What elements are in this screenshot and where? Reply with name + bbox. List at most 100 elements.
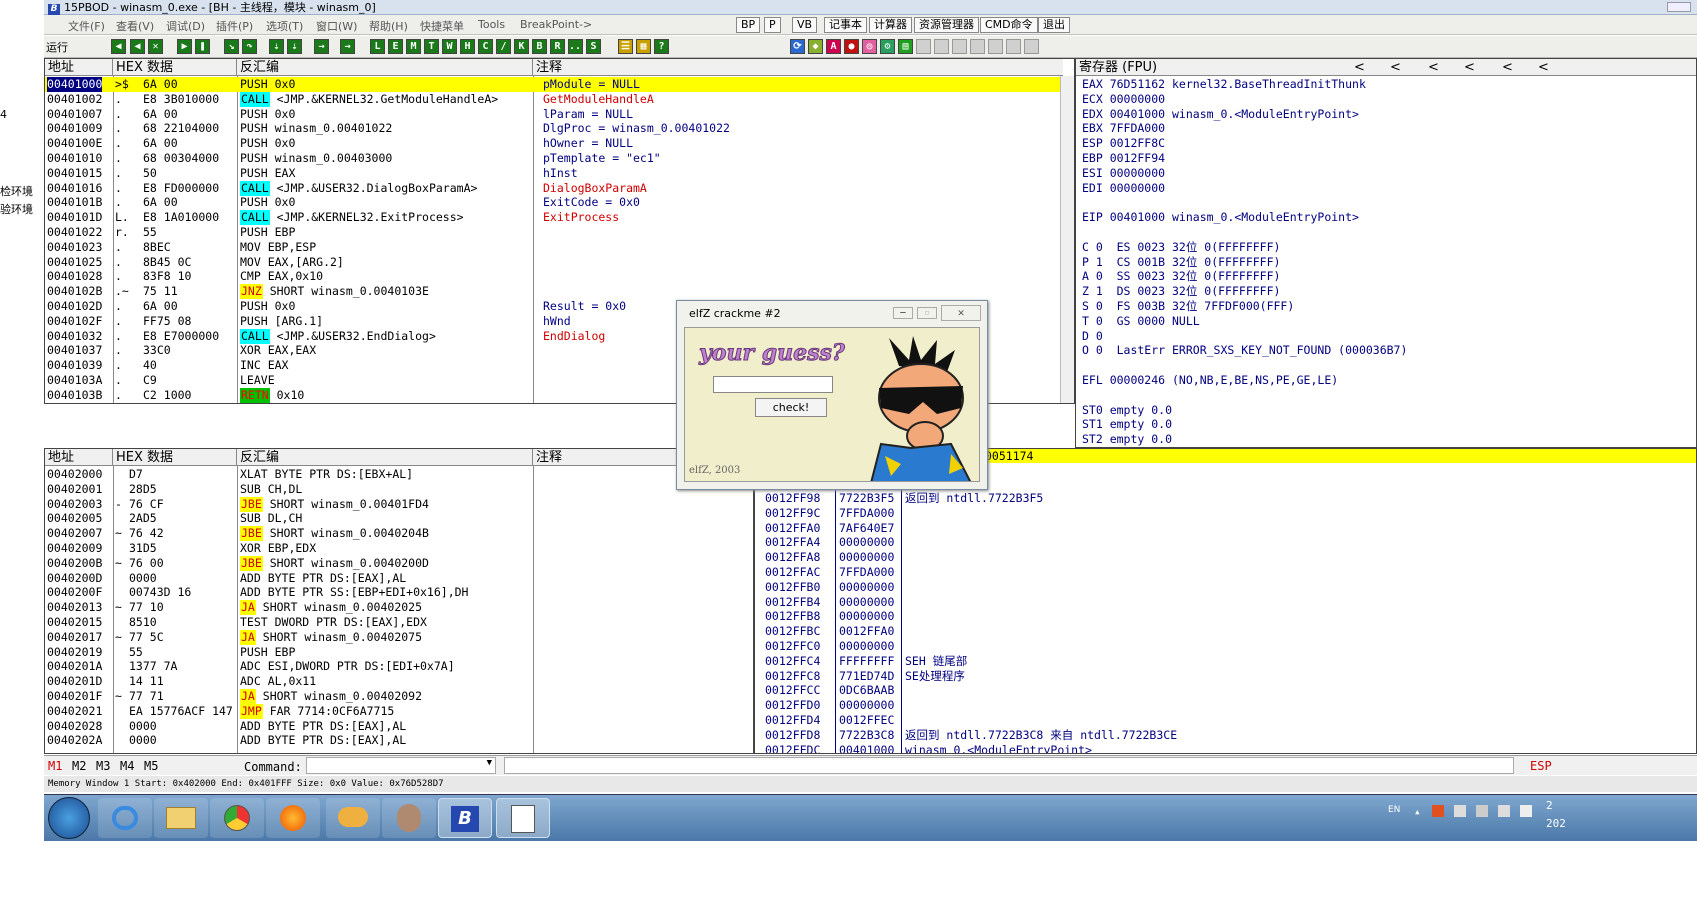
chart-icon[interactable]: ▤ bbox=[898, 39, 913, 54]
language-indicator[interactable]: EN bbox=[1388, 805, 1400, 815]
menu-options[interactable]: 选项(T) bbox=[266, 18, 303, 34]
blank-icon-2[interactable] bbox=[934, 39, 949, 54]
menu-window[interactable]: 窗口(W) bbox=[316, 18, 357, 34]
register-line[interactable]: EFL 00000246 (NO,NB,E,BE,NS,PE,GE,LE) bbox=[1082, 373, 1338, 388]
cpu-row[interactable]: 00401000 >$ 6A 00 PUSH 0x0 pModule = NULL bbox=[45, 77, 1061, 92]
p-button[interactable]: P bbox=[764, 17, 781, 33]
register-line[interactable]: P 1 CS 001B 32位 0(FFFFFFFF) bbox=[1082, 255, 1280, 270]
grid-icon[interactable]: ▦ bbox=[636, 39, 651, 54]
dump-row[interactable]: 00402021 EA 15776ACF 147 JMP FAR 7714:0CF6… bbox=[45, 703, 745, 719]
stack-row[interactable]: 0012FFC4 FFFFFFFF SEH 链尾部 bbox=[755, 654, 1685, 669]
register-line[interactable]: EBX 7FFDA000 bbox=[1082, 121, 1165, 136]
notepad-button[interactable]: 记事本 bbox=[824, 17, 867, 33]
registers-pane[interactable]: 寄存器 (FPU) < < < < < < EAX 76D51162 kerne… bbox=[1075, 58, 1697, 448]
blank-icon-6[interactable] bbox=[1006, 39, 1021, 54]
dump-row[interactable]: 00402000 D7 XLAT BYTE PTR DS:[EBX+AL] bbox=[45, 467, 745, 482]
menu-view[interactable]: 查看(V) bbox=[116, 18, 154, 34]
stack-row[interactable]: 0012FFDC 00401000 winasm_0.<ModuleEntryPoi… bbox=[755, 743, 1685, 753]
menu-shortcut[interactable]: 快捷菜单 bbox=[420, 18, 464, 34]
cpu-header-disasm[interactable]: 反汇编 bbox=[237, 59, 533, 76]
app-icon-1[interactable] bbox=[326, 798, 380, 838]
cpu-row[interactable]: 00401009. 68 22104000 PUSH winasm_0.004010… bbox=[45, 121, 1061, 136]
stack-row[interactable]: 0012FFD0 00000000 bbox=[755, 698, 1685, 713]
stack-row[interactable]: 0012FFA8 00000000 bbox=[755, 550, 1685, 565]
explorer-button[interactable]: 资源管理器 bbox=[914, 17, 979, 33]
dump-row[interactable]: 00402015 8510 TEST DWORD PTR DS:[EAX],EDX bbox=[45, 615, 745, 630]
stack-row[interactable]: 0012FFB8 00000000 bbox=[755, 609, 1685, 624]
cpu-header-address[interactable]: 地址 bbox=[45, 59, 113, 76]
cpu-row[interactable]: 0040100E. 6A 00 PUSH 0x0 hOwner = NULL bbox=[45, 136, 1061, 151]
dump-row[interactable]: 00402017 ~77 5C JA SHORT winasm_0.00402075 bbox=[45, 629, 745, 645]
register-line[interactable]: EBP 0012FF94 bbox=[1082, 151, 1165, 166]
command-input[interactable]: ▼ bbox=[306, 757, 496, 774]
stack-row[interactable]: 0012FFBC 0012FFA0 bbox=[755, 624, 1685, 639]
reg-nav-left-4-icon[interactable]: < bbox=[1464, 59, 1475, 76]
window-e-button[interactable]: E bbox=[388, 39, 403, 54]
guess-input[interactable] bbox=[713, 376, 833, 393]
window-c-button[interactable]: C bbox=[478, 39, 493, 54]
menu-plugins[interactable]: 插件(P) bbox=[216, 18, 253, 34]
register-line[interactable]: C 0 ES 0023 32位 0(FFFFFFFF) bbox=[1082, 240, 1280, 255]
register-line[interactable]: EIP 00401000 winasm_0.<ModuleEntryPoint> bbox=[1082, 210, 1359, 225]
dump-row[interactable]: 00402003-76 CF JBE SHORT winasm_0.00401FD… bbox=[45, 496, 745, 512]
register-line[interactable]: Z 1 DS 0023 32位 0(FFFFFFFF) bbox=[1082, 284, 1280, 299]
firefox-icon[interactable] bbox=[266, 798, 320, 838]
stack-row[interactable]: 0012FFAC 7FFDA000 bbox=[755, 565, 1685, 580]
portrait-icon[interactable] bbox=[382, 798, 436, 838]
tray-volume-icon[interactable] bbox=[1520, 805, 1532, 817]
tray-expand-icon[interactable]: ▴ bbox=[1414, 805, 1421, 818]
execute-till-return-icon[interactable]: → bbox=[314, 39, 329, 54]
memtab-m1[interactable]: M1 bbox=[48, 759, 62, 773]
cpu-row[interactable]: 00401015. 50 PUSH EAX hInst bbox=[45, 166, 1061, 181]
chrome-icon[interactable] bbox=[210, 798, 264, 838]
dump-row[interactable]: 0040202A 0000 ADD BYTE PTR DS:[EAX],AL bbox=[45, 733, 745, 748]
stack-row[interactable]: 0012FFC0 00000000 bbox=[755, 639, 1685, 654]
stack-row[interactable]: 0012FFC8 771ED74D SE处理程序 bbox=[755, 669, 1685, 684]
tray-icon-2[interactable] bbox=[1454, 805, 1466, 817]
register-line[interactable]: ST2 empty 0.0 bbox=[1082, 432, 1172, 447]
folder-icon[interactable] bbox=[154, 798, 208, 838]
cpu-row[interactable]: 00401025. 8B45 0C MOV EAX,[ARG.2] bbox=[45, 255, 1061, 270]
window-h-button[interactable]: H bbox=[460, 39, 475, 54]
run-icon[interactable]: ▶ bbox=[177, 39, 192, 54]
window-r-button[interactable]: R bbox=[550, 39, 565, 54]
memtab-m5[interactable]: M5 bbox=[144, 759, 158, 773]
cpu-row[interactable]: 00401002. E8 3B010000 CALL <JMP.&KERNEL32.… bbox=[45, 91, 1061, 107]
dump-row[interactable]: 0040201D 14 11 ADC AL,0x11 bbox=[45, 674, 745, 689]
check-button[interactable]: check! bbox=[755, 398, 827, 417]
vb-button[interactable]: VB bbox=[792, 17, 818, 33]
cpu-header-comment[interactable]: 注释 bbox=[533, 59, 1063, 76]
goto-icon[interactable]: → bbox=[340, 39, 355, 54]
cpu-row[interactable]: 00401010. 68 00304000 PUSH winasm_0.004030… bbox=[45, 151, 1061, 166]
dump-row[interactable]: 00402013 ~77 10 JA SHORT winasm_0.00402025 bbox=[45, 600, 745, 616]
bp-button[interactable]: BP bbox=[736, 17, 761, 33]
step-over-icon[interactable]: ↷ bbox=[242, 39, 257, 54]
window-t-button[interactable]: T bbox=[424, 39, 439, 54]
record-icon[interactable]: ● bbox=[844, 39, 859, 54]
window-m-button[interactable]: M bbox=[406, 39, 421, 54]
register-line[interactable]: O 0 LastErr ERROR_SXS_KEY_NOT_FOUND (000… bbox=[1082, 343, 1407, 358]
register-line[interactable]: EAX 76D51162 kernel32.BaseThreadInitThun… bbox=[1082, 77, 1366, 92]
stack-row[interactable]: 0012FFB4 00000000 bbox=[755, 595, 1685, 610]
cpu-row[interactable]: 0040101B. 6A 00 PUSH 0x0 ExitCode = 0x0 bbox=[45, 195, 1061, 210]
command-dropdown-icon[interactable]: ▼ bbox=[487, 758, 492, 768]
trace-over-icon[interactable]: ⇣ bbox=[287, 39, 302, 54]
dump-row[interactable]: 0040200F 00743D 16 ADD BYTE PTR SS:[EBP+ED… bbox=[45, 585, 745, 600]
debugger-taskbar-icon[interactable]: B bbox=[438, 798, 492, 838]
stack-row[interactable]: 0012FFA0 7AF640E7 bbox=[755, 521, 1685, 536]
dialog-maximize-icon[interactable]: ▫ bbox=[917, 307, 937, 319]
dialog-minimize-icon[interactable]: — bbox=[893, 307, 913, 319]
window-b-button[interactable]: B bbox=[532, 39, 547, 54]
blank-icon-7[interactable] bbox=[1024, 39, 1039, 54]
menu-file[interactable]: 文件(F) bbox=[68, 18, 105, 34]
dump-row[interactable]: 00402005 2AD5 SUB DL,CH bbox=[45, 511, 745, 526]
register-line[interactable]: D 0 bbox=[1082, 329, 1103, 344]
dump-pane[interactable]: 地址 HEX 数据 反汇编 注释 00402000 D7 XLAT BYTE PTR… bbox=[44, 448, 754, 754]
reg-nav-left-5-icon[interactable]: < bbox=[1502, 59, 1513, 76]
close-icon[interactable]: ✕ bbox=[148, 39, 163, 54]
register-line[interactable]: ESP 0012FF8C bbox=[1082, 136, 1165, 151]
register-line[interactable]: ECX 00000000 bbox=[1082, 92, 1165, 107]
dump-row[interactable]: 00402007 ~76 42 JBE SHORT winasm_0.0040204… bbox=[45, 526, 745, 542]
calculator-button[interactable]: 计算器 bbox=[869, 17, 912, 33]
refresh-icon[interactable]: ⟳ bbox=[790, 39, 805, 54]
